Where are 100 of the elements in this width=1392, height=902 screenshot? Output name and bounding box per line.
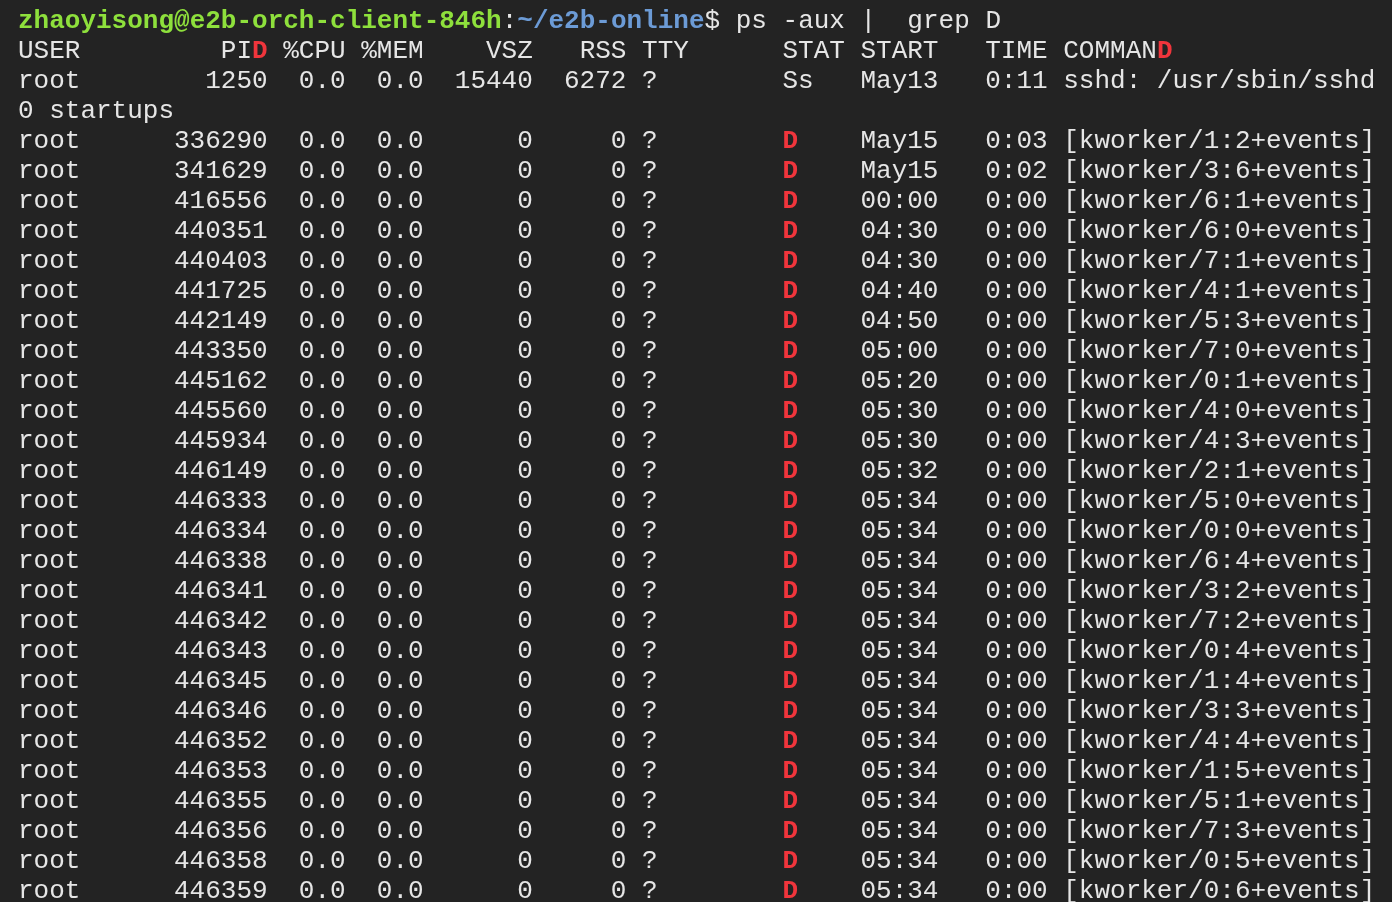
table-cell: 0.0 xyxy=(376,610,424,632)
table-cell: ? xyxy=(642,670,658,692)
table-cell: [kworker/3:2+events] xyxy=(1063,580,1376,602)
table-cell: 0:00 xyxy=(985,640,1048,662)
table-cell: 0.0 xyxy=(298,160,346,182)
table-cell: root xyxy=(18,250,81,272)
table-cell: 0:00 xyxy=(985,670,1048,692)
table-cell: 440403 xyxy=(174,250,268,272)
table-cell: root xyxy=(18,520,81,542)
process-state: D xyxy=(782,520,799,542)
table-cell: ? xyxy=(642,760,658,782)
table-cell: [kworker/4:0+events] xyxy=(1063,400,1376,422)
process-state: D xyxy=(782,790,799,812)
table-cell: 0.0 xyxy=(376,730,424,752)
table-cell: 0.0 xyxy=(376,640,424,662)
table-cell: 0.0 xyxy=(298,550,346,572)
table-cell: 0 xyxy=(517,580,533,602)
table-cell: 05:34 xyxy=(860,550,939,572)
table-cell: [kworker/3:6+events] xyxy=(1063,160,1376,182)
table-cell: 446342 xyxy=(174,610,268,632)
table-cell: root xyxy=(18,730,81,752)
table-cell: root xyxy=(18,700,81,722)
table-cell: 0 xyxy=(610,340,627,362)
process-state: D xyxy=(782,700,799,722)
table-cell: 0.0 xyxy=(376,250,424,272)
process-state: D xyxy=(782,370,799,392)
table-cell: 0.0 xyxy=(376,400,424,422)
table-cell: ? xyxy=(642,520,658,542)
table-cell: 05:34 xyxy=(860,640,939,662)
table-cell: ? xyxy=(642,220,658,242)
table-cell: 0.0 xyxy=(376,790,424,812)
process-state: D xyxy=(782,760,799,782)
table-cell: 05:30 xyxy=(860,430,939,452)
table-cell: 0 xyxy=(517,670,533,692)
table-cell: ? xyxy=(642,370,658,392)
table-cell: 05:30 xyxy=(860,400,939,422)
process-state: D xyxy=(782,730,799,752)
table-cell: ? xyxy=(642,280,658,302)
table-cell: 0 xyxy=(610,760,627,782)
table-cell: 0.0 xyxy=(298,520,346,542)
table-cell: 0 xyxy=(517,250,533,272)
table-cell: [kworker/4:3+events] xyxy=(1063,430,1376,452)
table-cell: 0:00 xyxy=(985,370,1048,392)
table-cell: 0.0 xyxy=(298,430,346,452)
table-cell: 05:34 xyxy=(860,610,939,632)
table-cell: ? xyxy=(642,790,658,812)
process-state: D xyxy=(782,460,799,482)
table-cell: 0 xyxy=(610,850,627,872)
table-cell: 446343 xyxy=(174,640,268,662)
table-cell: 04:50 xyxy=(860,310,939,332)
table-cell: [kworker/6:1+events] xyxy=(1063,190,1376,212)
table-cell: 0 xyxy=(610,310,627,332)
table-cell: ? xyxy=(642,640,658,662)
table-cell: root xyxy=(18,580,81,602)
column-header: TTY xyxy=(642,40,689,62)
column-header: STAT xyxy=(782,40,845,62)
table-cell: 446334 xyxy=(174,520,268,542)
table-cell: 0 xyxy=(610,820,627,842)
table-cell: 445934 xyxy=(174,430,268,452)
table-cell: 0.0 xyxy=(376,310,424,332)
column-header: VSZ xyxy=(486,40,533,62)
table-cell: [kworker/2:1+events] xyxy=(1063,460,1376,482)
table-cell: 0 xyxy=(610,160,627,182)
table-cell: 0.0 xyxy=(376,130,424,152)
table-cell: 15440 xyxy=(454,70,533,92)
table-cell: [kworker/0:5+events] xyxy=(1063,850,1376,872)
table-cell: 446338 xyxy=(174,550,268,572)
table-cell: 0.0 xyxy=(376,550,424,572)
table-cell: ? xyxy=(642,340,658,362)
table-cell: 0.0 xyxy=(376,820,424,842)
column-header: START xyxy=(860,40,939,62)
table-cell: 446358 xyxy=(174,850,268,872)
table-cell: 00:00 xyxy=(860,190,939,212)
table-cell: 04:30 xyxy=(860,250,939,272)
table-cell: 0 xyxy=(610,640,627,662)
table-cell: 0 xyxy=(610,520,627,542)
table-cell: 0:00 xyxy=(985,820,1048,842)
table-cell: 0.0 xyxy=(298,400,346,422)
table-cell: root xyxy=(18,880,81,902)
table-cell: 0 xyxy=(610,220,627,242)
table-cell: 0 xyxy=(610,550,627,572)
table-cell: root xyxy=(18,850,81,872)
table-cell: root xyxy=(18,610,81,632)
table-cell: 0 xyxy=(610,250,627,272)
table-cell: root xyxy=(18,430,81,452)
table-cell: 05:34 xyxy=(860,670,939,692)
table-cell: 0 xyxy=(610,280,627,302)
process-state: D xyxy=(782,220,799,242)
table-cell: ? xyxy=(642,310,658,332)
table-cell: 0.0 xyxy=(298,130,346,152)
table-cell: 05:34 xyxy=(860,850,939,872)
table-cell: 0.0 xyxy=(298,70,346,92)
column-header: %MEM xyxy=(361,40,424,62)
table-cell: [kworker/7:1+events] xyxy=(1063,250,1376,272)
table-cell: 0:00 xyxy=(985,220,1048,242)
table-cell: 416556 xyxy=(174,190,268,212)
table-cell: 0 xyxy=(517,430,533,452)
process-state: D xyxy=(782,340,799,362)
process-state: D xyxy=(782,880,799,902)
table-cell: root xyxy=(18,160,81,182)
